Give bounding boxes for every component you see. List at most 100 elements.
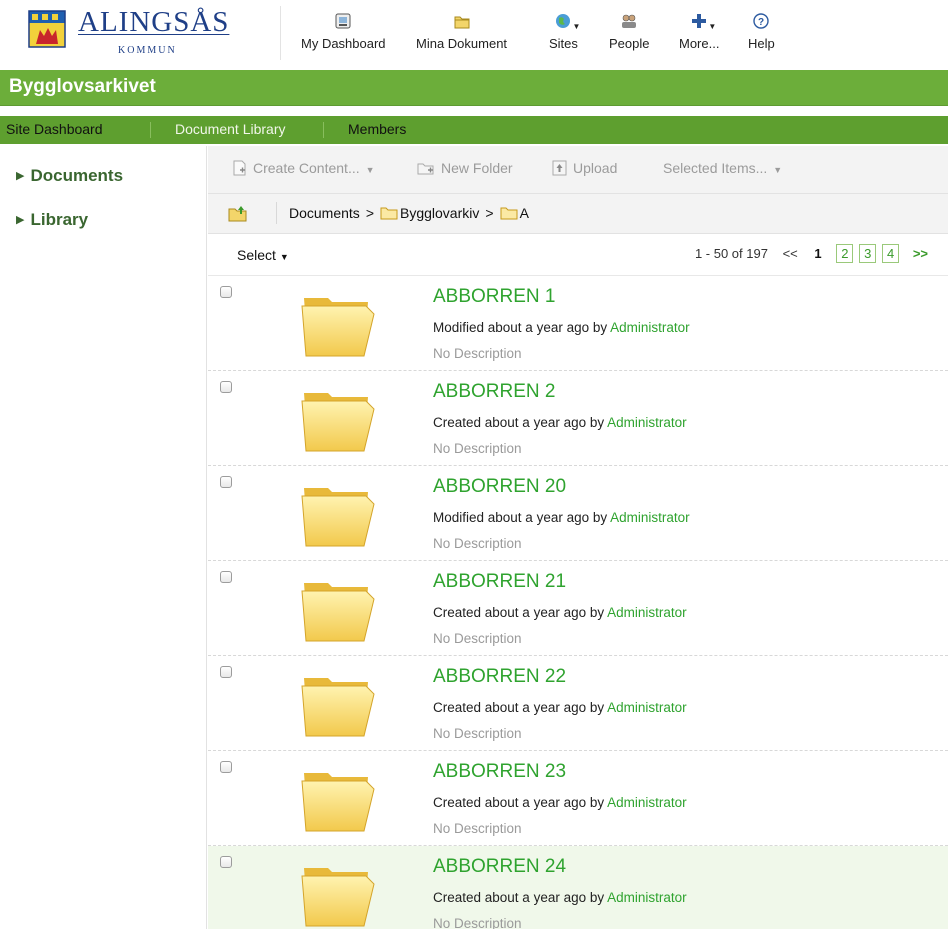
nav-my-dashboard[interactable]: My Dashboard [301,12,386,51]
tab-document-library[interactable]: Document Library [175,121,286,137]
nav-sites[interactable]: ▼ Sites [549,12,580,51]
folder-meta: Modified about a year ago by Administrat… [433,510,690,525]
nav-label: People [609,36,650,51]
row-checkbox[interactable] [220,856,232,868]
folder-icon [500,206,518,220]
meta-user-link[interactable]: Administrator [610,510,690,525]
select-menu-button[interactable]: Select ▼ [237,247,289,263]
folder-icon[interactable] [300,482,376,548]
library-toolbar: Create Content... ▼ New Folder Upload Sel… [208,146,948,194]
folder-icon[interactable] [300,387,376,453]
site-navigation: Site Dashboard Document Library Members [0,116,948,144]
meta-user-link[interactable]: Administrator [607,415,687,430]
sites-globe-icon: ▼ [554,12,580,31]
document-library-panel: Create Content... ▼ New Folder Upload Sel… [208,146,948,929]
nav-label: Mina Dokument [416,36,508,51]
sidebar-item-library[interactable]: ▶ Library [16,210,88,230]
breadcrumb-bar: Documents > Bygglovarkiv > A [208,194,948,234]
list-item[interactable]: ABBORREN 2 Created about a year ago by A… [208,371,948,466]
row-checkbox[interactable] [220,381,232,393]
folder-name[interactable]: ABBORREN 21 [433,571,566,593]
folder-description: No Description [433,916,522,929]
current-page: 1 [814,246,822,261]
tab-members[interactable]: Members [348,121,406,137]
meta-user-link[interactable]: Administrator [607,890,687,905]
list-item[interactable]: ABBORREN 20 Modified about a year ago by… [208,466,948,561]
site-title[interactable]: Bygglovsarkivet [9,76,156,98]
chevron-down-icon: ▼ [773,165,783,175]
folder-icon[interactable] [300,672,376,738]
nav-label: More... [679,36,720,51]
breadcrumb-divider [276,202,277,224]
folder-icon[interactable] [300,767,376,833]
alingsas-logo[interactable]: ALINGSÅS KOMMUN [28,6,258,58]
list-item[interactable]: ABBORREN 21 Created about a year ago by … [208,561,948,656]
list-item[interactable]: ABBORREN 23 Created about a year ago by … [208,751,948,846]
folder-name[interactable]: ABBORREN 24 [433,856,566,878]
page-4-button[interactable]: 4 [881,244,900,263]
people-icon [620,12,638,30]
meta-user-link[interactable]: Administrator [607,795,687,810]
sidebar-item-documents[interactable]: ▶ Documents [16,166,123,186]
tab-divider [150,122,151,138]
page-2-button[interactable]: 2 [836,244,854,263]
folder-icon[interactable] [300,577,376,643]
folder-meta: Created about a year ago by Administrato… [433,605,687,620]
folder-name[interactable]: ABBORREN 2 [433,381,555,403]
breadcrumb-bygglovarkiv[interactable]: Bygglovarkiv [400,205,479,221]
row-checkbox[interactable] [220,476,232,488]
site-title-bar: Bygglovsarkivet [0,70,948,106]
upload-button[interactable]: Upload [552,160,617,176]
folder-name[interactable]: ABBORREN 23 [433,761,566,783]
sidebar-item-label: Library [30,210,89,229]
meta-user-link[interactable]: Administrator [610,320,690,335]
next-page-button[interactable]: >> [913,246,928,261]
folder-description: No Description [433,536,522,551]
page-3-button[interactable]: 3 [859,244,877,263]
new-folder-button[interactable]: New Folder [417,160,513,176]
row-checkbox[interactable] [220,761,232,773]
selected-items-button[interactable]: Selected Items... ▼ [663,160,782,176]
prev-page-button[interactable]: << [783,246,798,261]
folder-name[interactable]: ABBORREN 22 [433,666,566,688]
meta-action: Modified about a year ago by [433,320,608,335]
plus-icon: ▼ [690,12,716,31]
folder-description: No Description [433,346,522,361]
list-item[interactable]: ABBORREN 1 Modified about a year ago by … [208,276,948,371]
meta-user-link[interactable]: Administrator [607,605,687,620]
folder-name[interactable]: ABBORREN 20 [433,476,566,498]
folder-description: No Description [433,821,522,836]
breadcrumb-separator: > [485,205,494,221]
nav-more[interactable]: ▼ More... [679,12,719,51]
list-item[interactable]: ABBORREN 24 Created about a year ago by … [208,846,948,929]
folder-up-icon[interactable] [228,204,248,222]
folder-name[interactable]: ABBORREN 1 [433,286,555,308]
meta-action: Modified about a year ago by [433,510,608,525]
chevron-down-icon: ▼ [572,22,581,31]
left-sidebar: ▶ Documents ▶ Library [0,146,207,929]
folder-icon[interactable] [300,862,376,928]
upload-icon [552,160,567,176]
breadcrumb-documents[interactable]: Documents [289,205,360,221]
tab-site-dashboard[interactable]: Site Dashboard [6,121,103,137]
help-icon: ? [752,12,770,30]
folder-meta: Modified about a year ago by Administrat… [433,320,690,335]
dashboard-icon [334,12,352,30]
nav-mina-dokument[interactable]: Mina Dokument [416,12,507,51]
meta-user-link[interactable]: Administrator [607,700,687,715]
folder-meta: Created about a year ago by Administrato… [433,795,687,810]
meta-action: Created about a year ago by [433,795,605,810]
row-checkbox[interactable] [220,286,232,298]
row-checkbox[interactable] [220,571,232,583]
list-item[interactable]: ABBORREN 22 Created about a year ago by … [208,656,948,751]
page-range: 1 - 50 of 197 [694,246,768,261]
expand-triangle-icon: ▶ [16,170,25,182]
row-checkbox[interactable] [220,666,232,678]
nav-help[interactable]: ? Help [748,12,775,51]
folder-icon[interactable] [300,292,376,358]
create-content-label: Create Content... [253,160,360,176]
nav-people[interactable]: People [609,12,649,51]
create-content-button[interactable]: Create Content... ▼ [232,160,375,176]
folder-description: No Description [433,726,522,741]
folder-meta: Created about a year ago by Administrato… [433,890,687,905]
